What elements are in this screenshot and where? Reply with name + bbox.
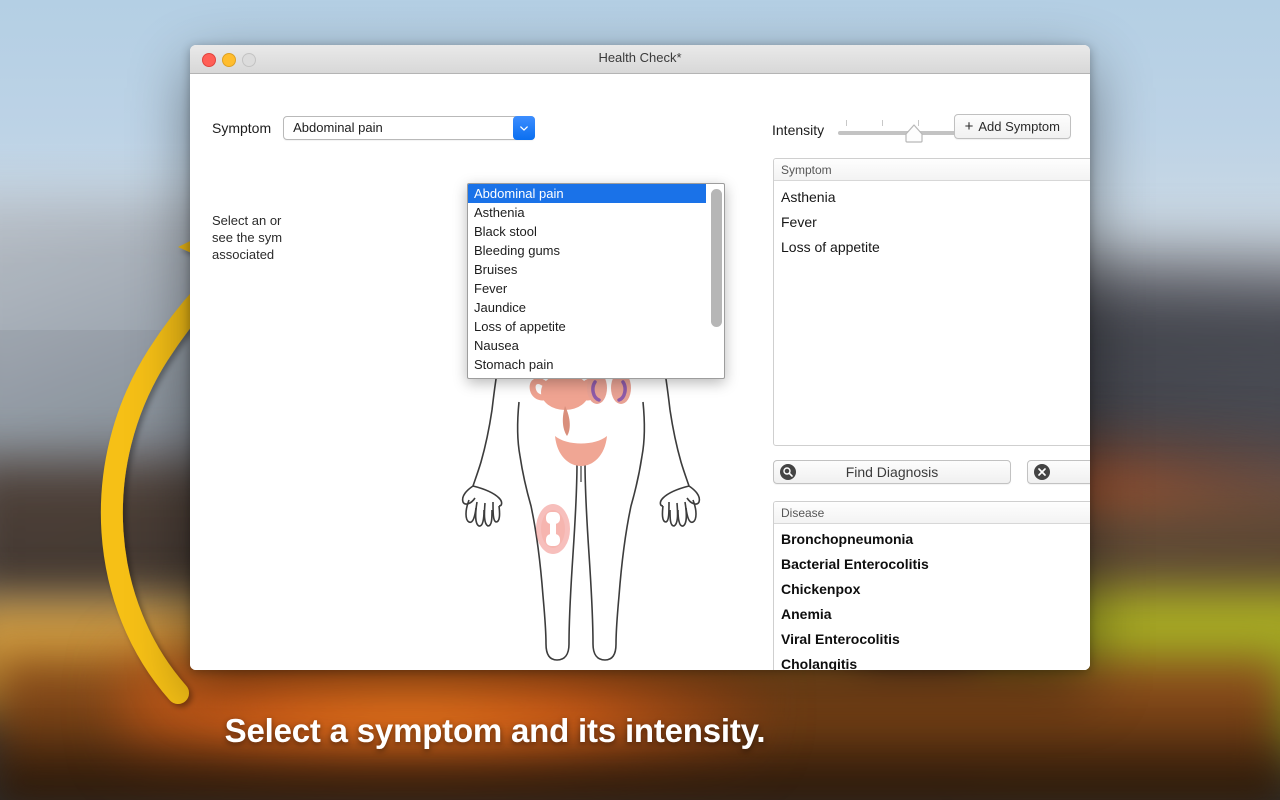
window-content: Symptom Abdominal pain Select an or see …	[190, 74, 1090, 670]
tutorial-caption: Select a symptom and its intensity.	[0, 712, 1280, 750]
dropdown-option-stomach-pain[interactable]: Stomach pain	[468, 355, 706, 374]
action-button-bar: Find Diagnosis Clear Symptoms	[773, 460, 1090, 484]
table-row[interactable]: Cholangitis 24.7% i	[774, 651, 1090, 671]
table-row[interactable]: Asthenia Moderate	[774, 184, 1090, 209]
symptom-dropdown-list[interactable]: Abdominal pain Asthenia Black stool Blee…	[467, 183, 725, 379]
intensity-label: Intensity	[772, 122, 825, 138]
find-diagnosis-label: Find Diagnosis	[845, 464, 939, 480]
instruction-line-3: associated	[212, 247, 275, 262]
table-row[interactable]: Bronchopneumonia 33.0% i	[774, 526, 1090, 551]
window-title: Health Check*	[598, 50, 682, 65]
symptom-table-header: Symptom Intensity	[774, 159, 1090, 181]
slider-tick-1	[846, 120, 848, 126]
disease-row-name: Bronchopneumonia	[781, 530, 914, 547]
slider-tick-2	[882, 120, 884, 126]
close-circle-icon	[1034, 464, 1050, 480]
instruction-line-1: Select an or	[212, 213, 282, 228]
symptom-label: Symptom	[212, 120, 272, 136]
instruction-text: Select an or see the sym associated	[212, 212, 362, 263]
disease-table-body: Bronchopneumonia 33.0% i Bacterial Enter…	[774, 524, 1090, 671]
table-row[interactable]: Viral Enterocolitis 27.1% i	[774, 626, 1090, 651]
dropdown-option-nausea[interactable]: Nausea	[468, 336, 706, 355]
dropdown-option-jaundice[interactable]: Jaundice	[468, 298, 706, 317]
window-titlebar: Health Check*	[190, 45, 1090, 74]
symptom-row-name: Asthenia	[781, 188, 836, 205]
dropdown-scrollbar[interactable]	[711, 187, 722, 375]
disease-table: Disease Probability Bronchopneumonia 33.…	[773, 501, 1090, 670]
table-row[interactable]: Chickenpox 30.1% i	[774, 576, 1090, 601]
disease-row-name: Viral Enterocolitis	[781, 630, 900, 647]
app-window: Health Check* Symptom Abdominal pain Sel…	[190, 45, 1090, 670]
clear-symptoms-button[interactable]: Clear Symptoms	[1027, 460, 1090, 484]
symptom-selector-row: Symptom Abdominal pain	[212, 116, 536, 140]
chevron-down-icon	[520, 125, 528, 131]
instruction-line-2: see the sym	[212, 230, 283, 245]
add-symptom-label: Add Symptom	[978, 119, 1060, 134]
table-row[interactable]: Bacterial Enterocolitis 32.4% i	[774, 551, 1090, 576]
left-pane: Symptom Abdominal pain Select an or see …	[190, 74, 725, 670]
table-row[interactable]: Anemia 27.3% i	[774, 601, 1090, 626]
find-diagnosis-button[interactable]: Find Diagnosis	[773, 460, 1011, 484]
symptom-table: Symptom Intensity Asthenia Moderate	[773, 158, 1090, 446]
symptom-combobox-toggle[interactable]	[513, 116, 536, 140]
disease-table-col-disease: Disease	[781, 505, 825, 520]
dropdown-option-asthenia[interactable]: Asthenia	[468, 203, 706, 222]
search-icon	[780, 464, 796, 480]
symptom-row-name: Loss of appetite	[781, 238, 880, 255]
dropdown-option-fever[interactable]: Fever	[468, 279, 706, 298]
disease-row-name: Chickenpox	[781, 580, 861, 597]
dropdown-options: Abdominal pain Asthenia Black stool Blee…	[468, 184, 706, 374]
disease-row-name: Bacterial Enterocolitis	[781, 555, 929, 572]
symptom-combobox[interactable]: Abdominal pain	[283, 116, 536, 140]
dropdown-option-bruises[interactable]: Bruises	[468, 260, 706, 279]
disease-table-header: Disease Probability	[774, 502, 1090, 524]
symptom-combobox-value: Abdominal pain	[293, 120, 383, 135]
symptom-table-body: Asthenia Moderate Fever Very Hig	[774, 181, 1090, 259]
dropdown-option-abdominal-pain[interactable]: Abdominal pain	[468, 184, 706, 203]
tutorial-caption-text: Select a symptom and its intensity.	[224, 712, 766, 749]
table-row[interactable]: Loss of appetite High	[774, 234, 1090, 259]
disease-row-name: Cholangitis	[781, 655, 858, 671]
dropdown-option-black-stool[interactable]: Black stool	[468, 222, 706, 241]
plus-icon: +	[964, 118, 974, 135]
symptom-table-col-symptom: Symptom	[781, 162, 832, 177]
dropdown-scrollbar-thumb[interactable]	[711, 189, 722, 327]
disease-row-name: Anemia	[781, 605, 832, 622]
dropdown-option-loss-of-appetite[interactable]: Loss of appetite	[468, 317, 706, 336]
symptom-row-name: Fever	[781, 213, 817, 230]
dropdown-option-bleeding-gums[interactable]: Bleeding gums	[468, 241, 706, 260]
add-symptom-button[interactable]: + Add Symptom	[953, 114, 1071, 139]
table-row[interactable]: Fever Very High	[774, 209, 1090, 234]
slider-thumb[interactable]	[904, 124, 924, 143]
